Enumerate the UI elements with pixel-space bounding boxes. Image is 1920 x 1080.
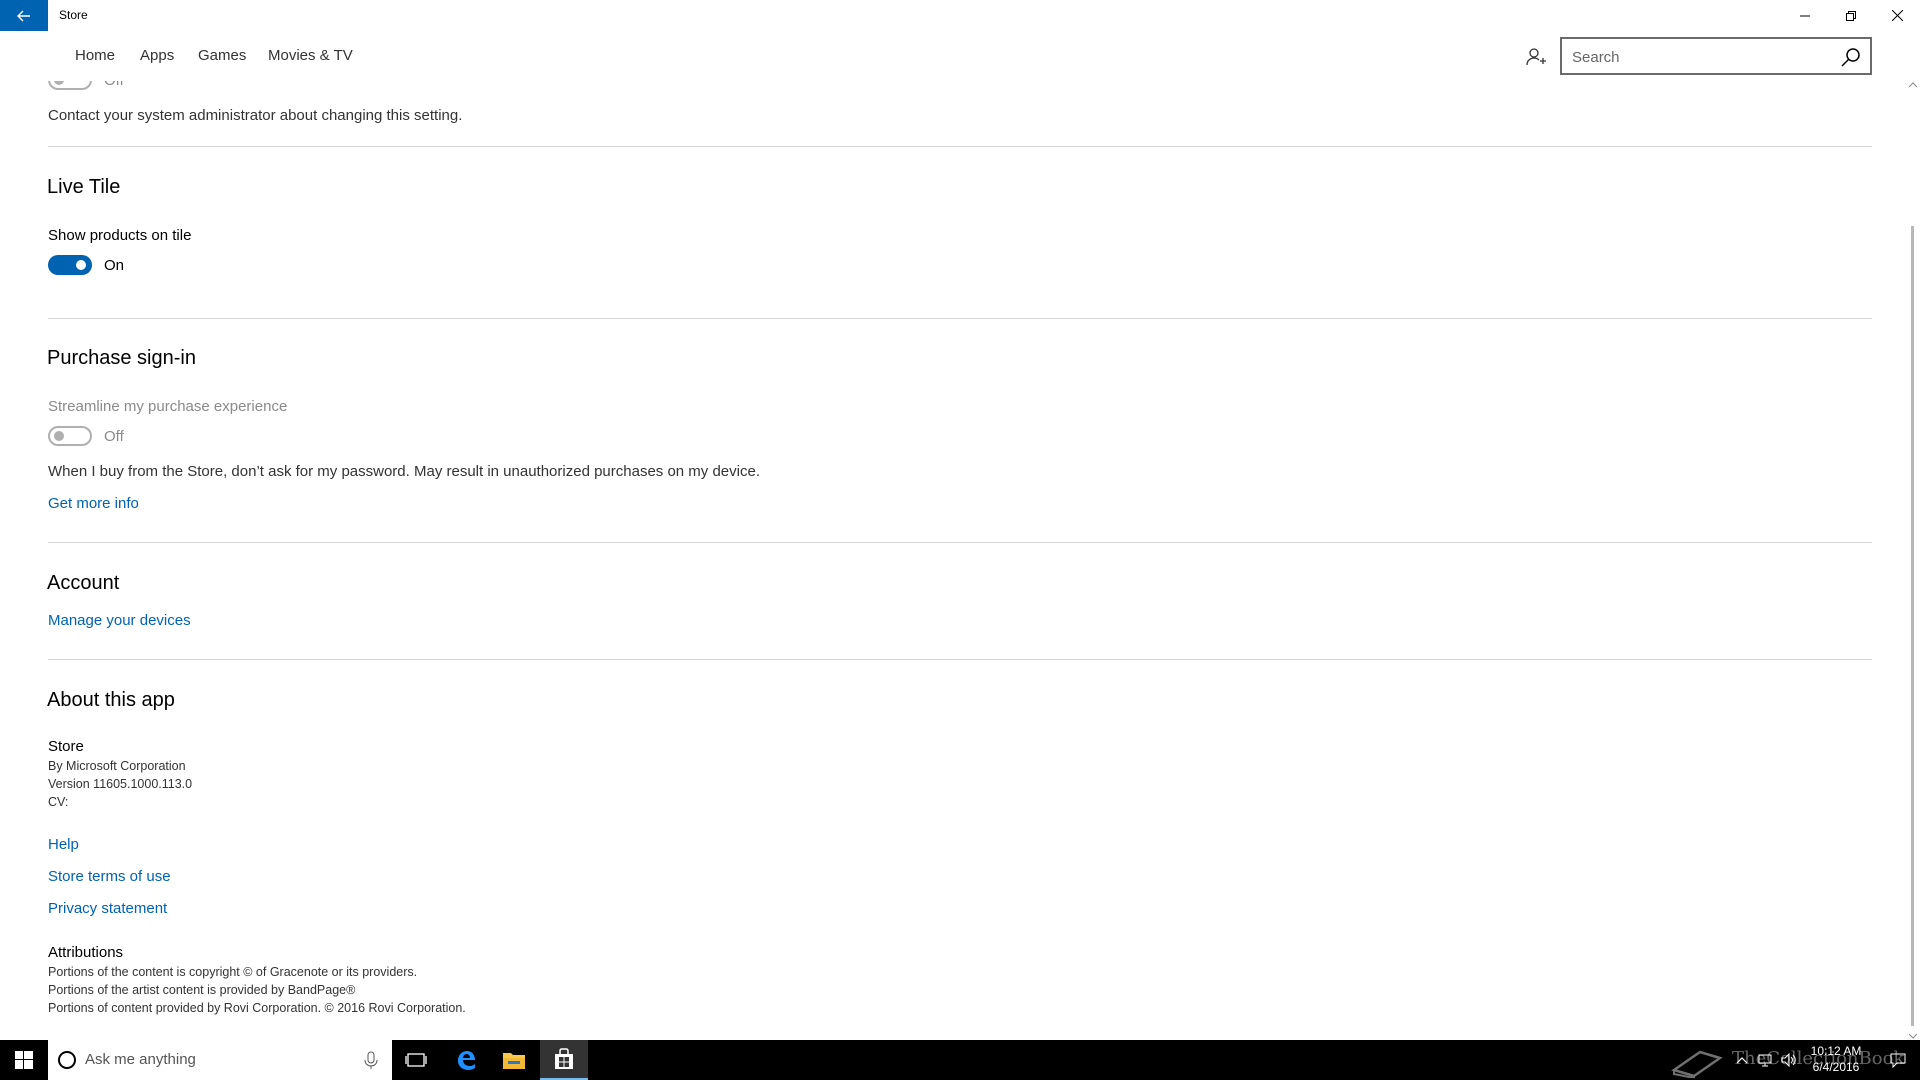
terms-of-use-link[interactable]: Store terms of use bbox=[48, 868, 171, 885]
action-center-button[interactable] bbox=[1880, 1040, 1916, 1080]
account-heading: Account bbox=[47, 572, 120, 594]
cortana-search-box[interactable]: Ask me anything bbox=[48, 1040, 392, 1080]
clock-time: 10:12 AM bbox=[1810, 1044, 1862, 1058]
cortana-icon bbox=[58, 1051, 76, 1069]
start-button[interactable] bbox=[0, 1040, 48, 1080]
volume-icon bbox=[1781, 1053, 1796, 1067]
taskbar: Ask me anything TheCollectionBook 10:12 … bbox=[0, 1040, 1920, 1080]
book-icon bbox=[1671, 1050, 1723, 1080]
divider bbox=[48, 542, 1872, 543]
edge-icon bbox=[458, 1051, 475, 1070]
live-tile-heading: Live Tile bbox=[47, 176, 121, 198]
scroll-up-icon[interactable] bbox=[1909, 81, 1917, 89]
chevron-up-icon bbox=[1736, 1057, 1748, 1064]
purchase-description: When I buy from the Store, don’t ask for… bbox=[48, 463, 760, 480]
toggle-knob bbox=[54, 431, 64, 441]
divider bbox=[48, 659, 1872, 660]
network-button[interactable] bbox=[1754, 1040, 1776, 1080]
search-input[interactable] bbox=[1572, 47, 1822, 67]
nav-home[interactable]: Home bbox=[75, 47, 115, 64]
edge-taskbar-button[interactable] bbox=[442, 1040, 490, 1080]
task-view-button[interactable] bbox=[392, 1040, 440, 1080]
streamline-purchase-label: Streamline my purchase experience bbox=[48, 398, 288, 415]
show-products-toggle[interactable] bbox=[48, 255, 92, 275]
get-more-info-link[interactable]: Get more info bbox=[48, 495, 139, 512]
about-cv: CV: bbox=[48, 795, 69, 809]
nav-movies-tv[interactable]: Movies & TV bbox=[268, 47, 353, 64]
attribution-line: Portions of the content is copyright © o… bbox=[48, 965, 418, 979]
file-explorer-taskbar-button[interactable] bbox=[490, 1040, 538, 1080]
about-heading: About this app bbox=[47, 689, 175, 711]
network-icon bbox=[1758, 1054, 1772, 1067]
scroll-down-icon[interactable] bbox=[1909, 1032, 1917, 1040]
clock-date: 6/4/2016 bbox=[1812, 1060, 1860, 1074]
store-taskbar-button[interactable] bbox=[540, 1040, 588, 1080]
tray-overflow-button[interactable] bbox=[1732, 1040, 1752, 1080]
manage-devices-link[interactable]: Manage your devices bbox=[48, 612, 191, 629]
show-products-state: On bbox=[104, 257, 125, 274]
scroll-thumb[interactable] bbox=[1911, 226, 1914, 1026]
attribution-line: Portions of the artist content is provid… bbox=[48, 983, 356, 997]
about-app-name: Store bbox=[48, 738, 84, 755]
attribution-line: Portions of content provided by Rovi Cor… bbox=[48, 1001, 466, 1015]
account-icon[interactable] bbox=[1525, 46, 1547, 68]
streamline-purchase-toggle[interactable] bbox=[48, 426, 92, 446]
help-link[interactable]: Help bbox=[48, 836, 79, 853]
microphone-icon[interactable] bbox=[364, 1051, 378, 1069]
about-version: Version 11605.1000.113.0 bbox=[48, 777, 193, 791]
divider bbox=[48, 146, 1872, 147]
folder-icon bbox=[503, 1053, 525, 1069]
show-products-label: Show products on tile bbox=[48, 227, 192, 244]
purchase-signin-heading: Purchase sign-in bbox=[47, 347, 196, 369]
nav-apps[interactable]: Apps bbox=[140, 47, 174, 64]
about-publisher: By Microsoft Corporation bbox=[48, 759, 186, 773]
windows-logo-icon bbox=[15, 1051, 33, 1069]
streamline-purchase-state: Off bbox=[104, 428, 124, 445]
search-icon[interactable] bbox=[1840, 46, 1862, 68]
store-bag-icon bbox=[555, 1048, 573, 1069]
scrollbar[interactable] bbox=[1906, 81, 1920, 1040]
nav-bar: Home Apps Games Movies & TV bbox=[0, 31, 1920, 81]
attributions-heading: Attributions bbox=[48, 944, 124, 961]
nav-games[interactable]: Games bbox=[198, 47, 246, 64]
privacy-statement-link[interactable]: Privacy statement bbox=[48, 900, 167, 917]
divider bbox=[48, 318, 1872, 319]
search-box[interactable] bbox=[1560, 37, 1872, 75]
notification-icon bbox=[1890, 1053, 1906, 1068]
settings-content: Off Contact your system administrator ab… bbox=[0, 0, 1900, 1040]
admin-note: Contact your system administrator about … bbox=[48, 107, 463, 124]
task-view-icon bbox=[405, 1053, 427, 1067]
toggle-knob bbox=[76, 260, 86, 270]
taskbar-clock[interactable]: 10:12 AM 6/4/2016 bbox=[1796, 1043, 1876, 1075]
cortana-placeholder: Ask me anything bbox=[85, 1051, 196, 1068]
